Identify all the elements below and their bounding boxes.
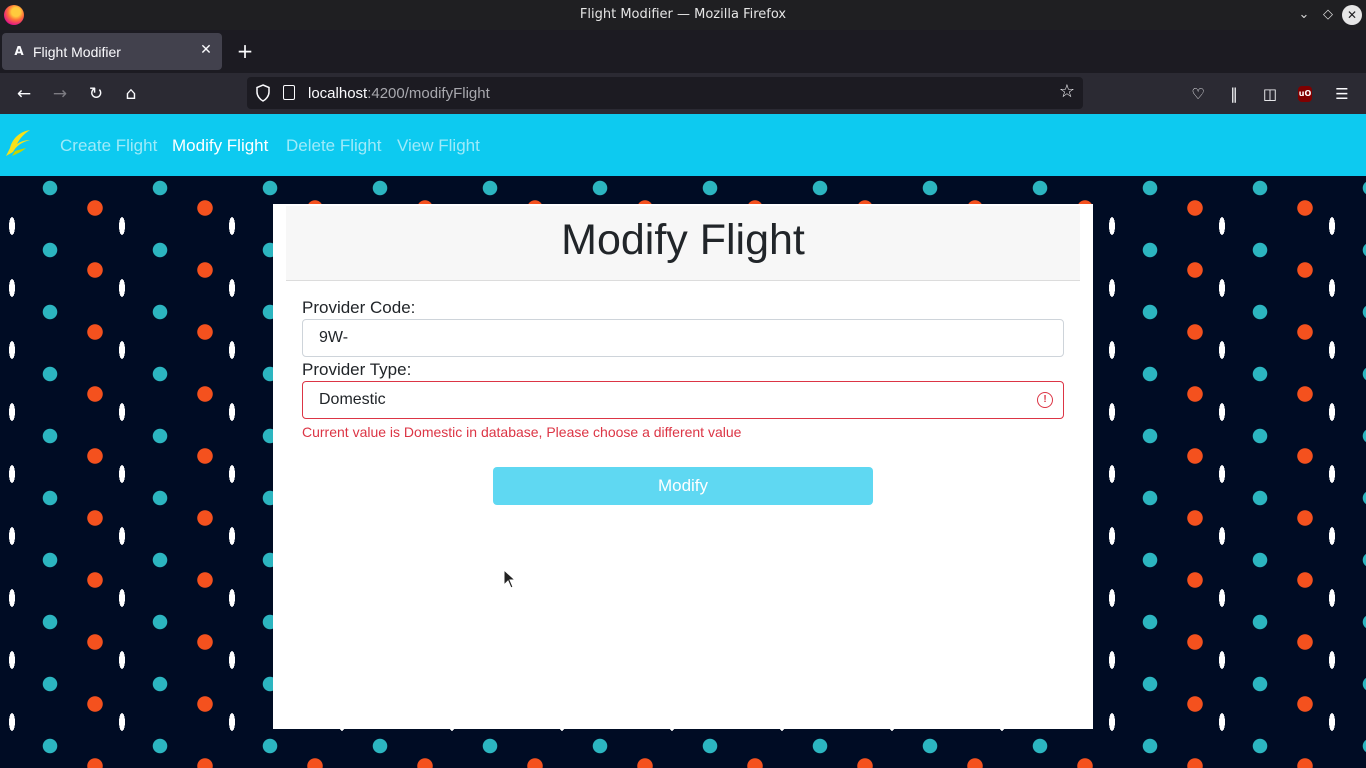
new-tab-icon[interactable]: + xyxy=(233,40,257,64)
menu-hamburger-icon[interactable]: ☰ xyxy=(1331,83,1353,105)
sidebar-icon[interactable]: ◫ xyxy=(1259,83,1281,105)
validation-error-message: Current value is Domestic in database, P… xyxy=(302,424,742,440)
pocket-icon[interactable]: ♡ xyxy=(1187,83,1209,105)
provider-code-input[interactable]: 9W- xyxy=(302,319,1064,357)
ublock-origin-icon[interactable]: uO xyxy=(1298,86,1312,102)
back-arrow-icon[interactable]: ← xyxy=(11,81,37,107)
tab-flight-modifier[interactable]: A Flight Modifier ✕ xyxy=(2,33,222,70)
bookmark-star-icon[interactable]: ☆ xyxy=(1057,82,1077,102)
url-text[interactable]: localhost:4200/modifyFlight xyxy=(308,85,490,102)
reload-icon[interactable]: ↻ xyxy=(83,81,109,107)
url-path: :4200/modifyFlight xyxy=(367,85,490,102)
close-tab-icon[interactable]: ✕ xyxy=(198,42,214,60)
library-icon[interactable]: ‖ xyxy=(1223,83,1245,105)
forward-arrow-icon[interactable]: → xyxy=(47,81,73,107)
home-icon[interactable]: ⌂ xyxy=(118,81,144,107)
minimize-icon[interactable]: ⌄ xyxy=(1294,5,1314,25)
tab-label: Flight Modifier xyxy=(33,44,121,60)
app-logo-icon[interactable] xyxy=(4,126,34,166)
invalid-warning-icon: ! xyxy=(1037,392,1053,408)
url-bar[interactable]: localhost:4200/modifyFlight ☆ xyxy=(247,77,1083,109)
mouse-cursor-icon xyxy=(503,569,517,589)
nav-delete-flight[interactable]: Delete Flight xyxy=(286,136,381,156)
card-header: Modify Flight xyxy=(286,206,1080,281)
close-window-icon[interactable]: ✕ xyxy=(1342,5,1362,25)
provider-code-value: 9W- xyxy=(319,329,349,346)
maximize-icon[interactable]: ◇ xyxy=(1318,5,1338,25)
nav-view-flight[interactable]: View Flight xyxy=(397,136,480,156)
provider-type-value: Domestic xyxy=(319,391,386,408)
url-host: localhost xyxy=(308,85,368,102)
page-title: Modify Flight xyxy=(561,216,805,264)
provider-code-label: Provider Code: xyxy=(302,298,416,317)
provider-type-input[interactable]: Domestic ! xyxy=(302,381,1064,419)
app-navbar: Create Flight Modify Flight Delete Fligh… xyxy=(0,114,1366,176)
page-icon[interactable] xyxy=(283,85,295,100)
provider-type-label: Provider Type: xyxy=(302,360,412,379)
window-title: Flight Modifier — Mozilla Firefox xyxy=(579,7,787,22)
modify-flight-card: Modify Flight Provider Code: 9W- Provide… xyxy=(273,204,1093,729)
angular-icon: A xyxy=(14,44,24,58)
window-titlebar: Flight Modifier — Mozilla Firefox ⌄ ◇ ✕ xyxy=(0,0,1366,30)
modify-button[interactable]: Modify xyxy=(493,467,873,505)
tab-strip: A Flight Modifier ✕ + xyxy=(0,30,1366,73)
navigation-toolbar: ← → ↻ ⌂ localhost:4200/modifyFlight ☆ ♡ … xyxy=(0,73,1366,114)
nav-modify-flight[interactable]: Modify Flight xyxy=(172,136,268,156)
shield-icon[interactable] xyxy=(255,84,271,102)
nav-create-flight[interactable]: Create Flight xyxy=(60,136,157,156)
